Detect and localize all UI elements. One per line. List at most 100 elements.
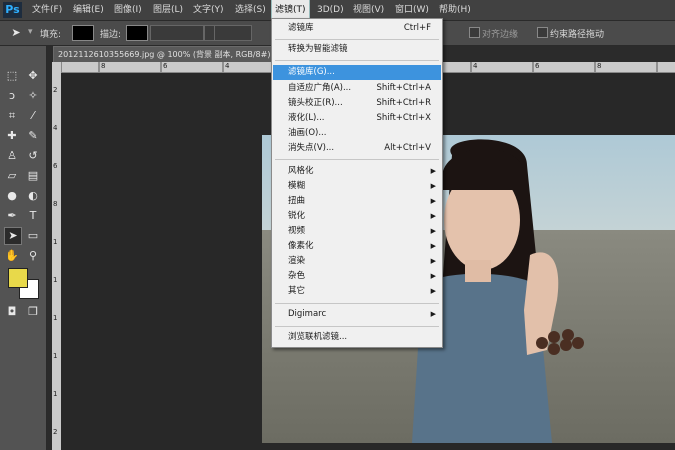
menu-item-distort[interactable]: 扭曲 ▶ [273,194,441,209]
lasso-icon[interactable]: ↄ [4,88,20,104]
dodge-icon[interactable]: ◐ [25,188,41,204]
hand-icon[interactable]: ✋ [4,248,20,264]
menu-item-noise[interactable]: 杂色 ▶ [273,269,441,284]
menu-item-browse-filters-online[interactable]: 浏览联机滤镜... [273,330,441,345]
ruler-label: 1 [53,352,58,360]
menu-item-label: 浏览联机滤镜... [288,332,348,342]
stroke-swatch[interactable] [126,25,148,41]
menu-item-label: 滤镜库(G)... [288,67,335,77]
ruler-label: 6 [163,62,168,70]
menu-select[interactable]: 选择(S) [232,0,269,20]
menu-item-label: 消失点(V)... [288,143,335,153]
menu-3d[interactable]: 3D(D) [314,0,347,20]
gradient-icon[interactable]: ▤ [25,168,41,184]
menu-item-label: 渲染 [288,256,306,266]
menu-item-last-filter[interactable]: 滤镜库 Ctrl+F [273,21,441,36]
submenu-arrow-icon: ▶ [430,287,436,295]
document-tab[interactable]: 2012112610355669.jpg @ 100% (背景 副本, RGB/… [53,46,281,63]
menu-item-shortcut: Alt+Ctrl+V [384,143,431,153]
menu-file[interactable]: 文件(F) [29,0,65,20]
history-brush-icon[interactable]: ↺ [25,148,41,164]
magic-wand-icon[interactable]: ✧ [25,88,41,104]
menu-item-liquify[interactable]: 液化(L)... Shift+Ctrl+X [273,111,441,126]
move-icon[interactable]: ✥ [25,68,41,84]
submenu-arrow-icon: ▶ [430,212,436,220]
shape-icon[interactable]: ▭ [25,228,41,244]
quick-mask-icon[interactable]: ◘ [4,304,20,320]
menu-image[interactable]: 图像(I) [111,0,145,20]
screen-mode-icon[interactable]: ❐ [25,304,41,320]
path-selection-tool-icon[interactable]: ➤ [8,25,24,41]
menu-separator [275,326,439,327]
crop-icon[interactable]: ⌗ [4,108,20,124]
menu-item-label: 转换为智能滤镜 [288,44,348,54]
menu-item-convert-smart-filter[interactable]: 转换为智能滤镜 [273,42,441,57]
menu-item-lens-correction[interactable]: 镜头校正(R)... Shift+Ctrl+R [273,96,441,111]
clone-stamp-icon[interactable]: ♙ [4,148,20,164]
menu-item-video[interactable]: 视频 ▶ [273,224,441,239]
tools-panel: ⬚ ✥ ↄ ✧ ⌗ ⁄ ✚ ✎ ♙ ↺ ▱ ▤ ● ◐ ✒ T ➤ ▭ ✋ ⚲ … [0,46,47,450]
zoom-icon[interactable]: ⚲ [25,248,41,264]
ruler-label: 6 [535,62,540,70]
eyedropper-icon[interactable]: ⁄ [25,108,41,124]
stroke-width-field[interactable] [150,25,204,41]
ruler-label: 1 [53,276,58,284]
blur-icon[interactable]: ● [4,188,20,204]
type-icon[interactable]: T [25,208,41,224]
menu-edit[interactable]: 编辑(E) [70,0,107,20]
eraser-icon[interactable]: ▱ [4,168,20,184]
menu-layer[interactable]: 图层(L) [150,0,186,20]
menu-item-shortcut: Ctrl+F [403,23,431,33]
menu-item-filter-gallery[interactable]: 滤镜库(G)... [273,65,441,80]
menu-item-label: 自适应广角(A)... [288,83,352,93]
ruler-label: 2 [53,428,58,436]
brush-icon[interactable]: ✎ [25,128,41,144]
menu-item-label: 其它 [288,286,306,296]
menu-item-vanishing-point[interactable]: 消失点(V)... Alt+Ctrl+V [273,141,441,156]
menu-item-pixelate[interactable]: 像素化 ▶ [273,239,441,254]
constrain-path-label: 约束路径拖动 [550,30,605,40]
menu-item-blur[interactable]: 模糊 ▶ [273,179,441,194]
constrain-path-checkbox[interactable] [537,27,548,38]
filter-menu-dropdown: 滤镜库 Ctrl+F 转换为智能滤镜 滤镜库(G)... 自适应广角(A)...… [271,18,443,348]
menu-item-digimarc[interactable]: Digimarc ▶ [273,307,441,322]
menu-filter[interactable]: 滤镜(T) [271,0,310,21]
menu-item-render[interactable]: 渲染 ▶ [273,254,441,269]
menu-window[interactable]: 窗口(W) [392,0,432,20]
align-edges-label: 对齐边缘 [482,30,519,40]
ruler-label: 6 [53,162,58,170]
ruler-label: 4 [473,62,478,70]
menu-item-label: 滤镜库 [288,23,314,33]
stroke-type-dropdown[interactable] [214,25,252,41]
pen-icon[interactable]: ✒ [4,208,20,224]
menu-type[interactable]: 文字(Y) [190,0,227,20]
marquee-icon[interactable]: ⬚ [4,68,20,84]
menu-item-sharpen[interactable]: 锐化 ▶ [273,209,441,224]
tool-preset-arrow-icon[interactable]: ▾ [28,27,33,37]
align-edges-checkbox[interactable] [469,27,480,38]
path-selection-icon[interactable]: ➤ [4,227,22,245]
menu-separator [275,303,439,304]
foreground-color-swatch[interactable] [8,268,28,288]
healing-brush-icon[interactable]: ✚ [4,128,20,144]
menu-item-label: 扭曲 [288,196,306,206]
ruler-label: 1 [53,390,58,398]
menu-item-stylize[interactable]: 风格化 ▶ [273,164,441,179]
stroke-label: 描边: [100,30,122,40]
menu-help[interactable]: 帮助(H) [436,0,474,20]
menu-item-label: Digimarc [288,309,327,319]
menu-item-oil-paint[interactable]: 油画(O)... [273,126,441,141]
submenu-arrow-icon: ▶ [430,227,436,235]
menu-item-other[interactable]: 其它 ▶ [273,284,441,299]
ruler-label: 1 [53,314,58,322]
menu-item-shortcut: Shift+Ctrl+R [376,98,431,108]
fill-swatch[interactable] [72,25,94,41]
submenu-arrow-icon: ▶ [430,310,436,318]
menu-view[interactable]: 视图(V) [350,0,387,20]
ruler-label: 2 [53,86,58,94]
menu-item-adaptive-wide-angle[interactable]: 自适应广角(A)... Shift+Ctrl+A [273,81,441,96]
menu-item-label: 液化(L)... [288,113,325,123]
ruler-label: 4 [53,124,58,132]
menu-item-label: 镜头校正(R)... [288,98,343,108]
submenu-arrow-icon: ▶ [430,242,436,250]
